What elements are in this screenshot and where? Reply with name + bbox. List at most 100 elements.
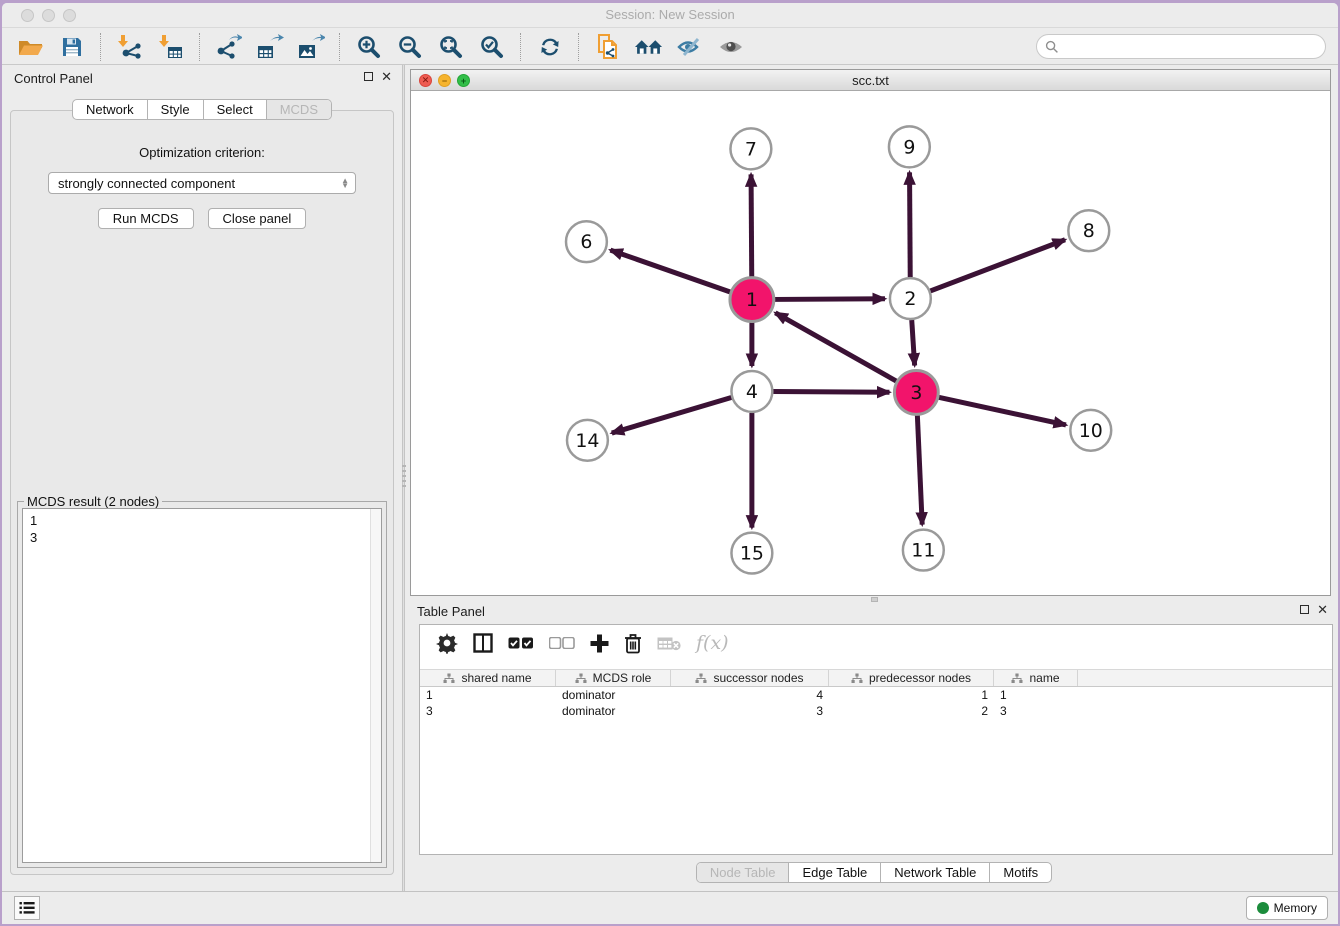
graph-edge-1-7[interactable] bbox=[751, 174, 752, 276]
run-mcds-button[interactable]: Run MCDS bbox=[98, 208, 194, 229]
main-toolbar bbox=[2, 29, 1338, 65]
cell[interactable]: 3 bbox=[994, 703, 1078, 719]
close-panel-button[interactable]: Close panel bbox=[208, 208, 307, 229]
deselect-all-columns-icon[interactable] bbox=[549, 637, 575, 649]
table-row[interactable]: 3dominator323 bbox=[420, 703, 1332, 719]
first-neighbors-icon[interactable] bbox=[634, 32, 663, 62]
graph-node-11[interactable]: 11 bbox=[903, 530, 944, 571]
refresh-icon[interactable] bbox=[535, 32, 564, 62]
svg-text:10: 10 bbox=[1079, 420, 1103, 442]
graph-node-6[interactable]: 6 bbox=[566, 221, 607, 262]
cell[interactable]: 2 bbox=[829, 703, 994, 719]
tab-style[interactable]: Style bbox=[147, 100, 203, 119]
svg-text:4: 4 bbox=[746, 381, 758, 403]
mcds-panel: Optimization criterion: strongly connect… bbox=[10, 110, 394, 875]
cell[interactable]: 3 bbox=[420, 703, 556, 719]
network-window-titlebar[interactable]: ✕ − + scc.txt bbox=[411, 70, 1330, 91]
cell[interactable]: 3 bbox=[671, 703, 829, 719]
close-table-panel-icon[interactable]: ✕ bbox=[1317, 604, 1328, 615]
graph-node-8[interactable]: 8 bbox=[1068, 210, 1109, 251]
svg-text:3: 3 bbox=[910, 382, 922, 404]
graph-edge-2-8[interactable] bbox=[930, 240, 1065, 291]
select-stepper-icon: ▲▼ bbox=[341, 178, 349, 188]
tab-motifs[interactable]: Motifs bbox=[989, 863, 1051, 882]
cell[interactable]: 1 bbox=[994, 687, 1078, 703]
toolbar-separator bbox=[339, 33, 340, 61]
column-header-MCDS-role[interactable]: MCDS role bbox=[556, 670, 671, 686]
import-table-icon[interactable] bbox=[156, 32, 185, 62]
graph-edge-3-1[interactable] bbox=[775, 313, 896, 381]
delete-column-icon[interactable] bbox=[624, 633, 642, 654]
graph-edge-1-6[interactable] bbox=[610, 250, 730, 292]
tab-network[interactable]: Network bbox=[73, 100, 147, 119]
table-row[interactable]: 1dominator411 bbox=[420, 687, 1332, 703]
toolbar-separator bbox=[100, 33, 101, 61]
tab-network-table[interactable]: Network Table bbox=[880, 863, 989, 882]
cell[interactable]: dominator bbox=[556, 687, 671, 703]
graph-node-3[interactable]: 3 bbox=[894, 370, 938, 414]
mcds-result-list[interactable]: 13 bbox=[22, 508, 382, 863]
cell[interactable]: dominator bbox=[556, 703, 671, 719]
graph-node-10[interactable]: 10 bbox=[1070, 410, 1111, 451]
export-network-icon[interactable] bbox=[214, 32, 243, 62]
select-all-columns-icon[interactable] bbox=[508, 637, 534, 649]
column-header-predecessor-nodes[interactable]: predecessor nodes bbox=[829, 670, 994, 686]
app-window: Session: New Session bbox=[2, 3, 1338, 924]
zoom-out-icon[interactable] bbox=[395, 32, 424, 62]
graph-node-4[interactable]: 4 bbox=[731, 371, 772, 412]
close-panel-icon[interactable]: ✕ bbox=[381, 71, 392, 82]
graph-node-1[interactable]: 1 bbox=[730, 278, 774, 322]
float-table-panel-icon[interactable] bbox=[1300, 605, 1309, 614]
import-network-icon[interactable] bbox=[115, 32, 144, 62]
graph-node-9[interactable]: 9 bbox=[889, 126, 930, 167]
svg-text:14: 14 bbox=[575, 430, 599, 452]
graph-node-7[interactable]: 7 bbox=[730, 128, 771, 169]
cell[interactable]: 1 bbox=[420, 687, 556, 703]
zoom-fit-icon[interactable] bbox=[436, 32, 465, 62]
tab-node-table[interactable]: Node Table bbox=[697, 863, 789, 882]
graph-edge-4-3[interactable] bbox=[773, 392, 889, 393]
graph-edge-2-3[interactable] bbox=[912, 320, 915, 366]
column-header-shared-name[interactable]: shared name bbox=[420, 670, 556, 686]
criterion-value: strongly connected component bbox=[58, 176, 235, 191]
search-field[interactable] bbox=[1036, 34, 1326, 59]
tab-select[interactable]: Select bbox=[203, 100, 266, 119]
split-view-icon[interactable] bbox=[473, 633, 493, 653]
zoom-selected-icon[interactable] bbox=[477, 32, 506, 62]
open-session-icon[interactable] bbox=[16, 32, 45, 62]
save-session-icon[interactable] bbox=[57, 32, 86, 62]
show-all-icon[interactable] bbox=[716, 32, 745, 62]
memory-label: Memory bbox=[1274, 901, 1317, 915]
graph-edge-3-10[interactable] bbox=[939, 397, 1066, 425]
tab-mcds[interactable]: MCDS bbox=[266, 100, 331, 119]
tab-edge-table[interactable]: Edge Table bbox=[788, 863, 880, 882]
criterion-select[interactable]: strongly connected component ▲▼ bbox=[48, 172, 356, 194]
export-image-icon[interactable] bbox=[296, 32, 325, 62]
column-header-name[interactable]: name bbox=[994, 670, 1078, 686]
network-canvas[interactable]: 7 9 6 8 1 2 4 3 14 10 15 11 bbox=[411, 91, 1330, 595]
cell[interactable]: 1 bbox=[829, 687, 994, 703]
float-panel-icon[interactable] bbox=[364, 72, 373, 81]
duplicate-network-icon[interactable] bbox=[593, 32, 622, 62]
column-header-successor-nodes[interactable]: successor nodes bbox=[671, 670, 829, 686]
graph-edge-1-2[interactable] bbox=[775, 299, 885, 300]
graph-edge-2-9[interactable] bbox=[910, 172, 911, 277]
graph-edge-3-11[interactable] bbox=[917, 415, 922, 524]
mcds-result-title: MCDS result (2 nodes) bbox=[24, 494, 162, 509]
graph-edge-4-14[interactable] bbox=[612, 398, 732, 434]
graph-node-15[interactable]: 15 bbox=[731, 533, 772, 574]
task-history-button[interactable] bbox=[14, 896, 40, 920]
add-column-icon[interactable] bbox=[590, 634, 609, 653]
zoom-in-icon[interactable] bbox=[354, 32, 383, 62]
memory-button[interactable]: Memory bbox=[1246, 896, 1328, 920]
graph-node-2[interactable]: 2 bbox=[890, 278, 931, 319]
cell[interactable]: 4 bbox=[671, 687, 829, 703]
hierarchy-icon bbox=[575, 673, 587, 684]
result-scrollbar[interactable] bbox=[370, 509, 381, 862]
export-table-icon[interactable] bbox=[255, 32, 284, 62]
search-input[interactable] bbox=[1059, 37, 1325, 57]
hierarchy-icon bbox=[1011, 673, 1023, 684]
table-settings-icon[interactable] bbox=[436, 632, 458, 654]
graph-node-14[interactable]: 14 bbox=[567, 420, 608, 461]
hide-selected-icon[interactable] bbox=[675, 32, 704, 62]
